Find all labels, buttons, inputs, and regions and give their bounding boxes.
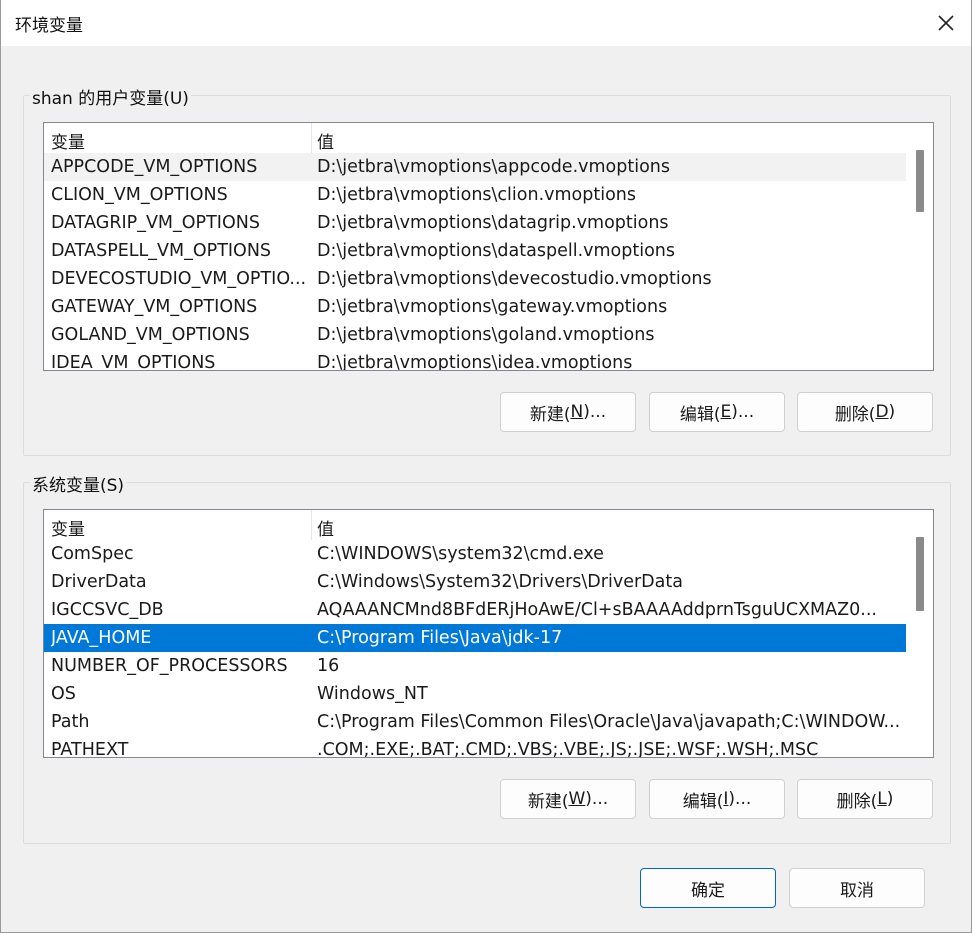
variable-name: CLION_VM_OPTIONS (51, 185, 228, 205)
column-divider[interactable] (311, 510, 312, 540)
variable-value: C:\Program Files\Common Files\Oracle\Jav… (317, 712, 901, 732)
system-variables-list[interactable]: 变量 值 ComSpec C:\WINDOWS\system32\cmd.exe D… (43, 509, 934, 758)
variable-value: C:\Program Files\Java\jdk-17 (317, 628, 563, 648)
column-divider[interactable] (311, 123, 312, 153)
scrollbar-thumb[interactable] (916, 150, 924, 212)
table-row[interactable]: IDEA_VM_OPTIONS D:\jetbra\vmoptions\idea.… (44, 349, 906, 371)
system-delete-button[interactable]: 删除(L) (797, 779, 933, 819)
table-row[interactable]: GOLAND_VM_OPTIONS D:\jetbra\vmoptions\gol… (44, 321, 906, 349)
table-row[interactable]: APPCODE_VM_OPTIONS D:\jetbra\vmoptions\ap… (44, 153, 906, 181)
table-row[interactable]: ComSpec C:\WINDOWS\system32\cmd.exe (44, 540, 906, 568)
table-row[interactable]: PATHEXT .COM;.EXE;.BAT;.CMD;.VBS;.VBE;.JS… (44, 736, 906, 758)
table-row[interactable]: JAVA_HOME C:\Program Files\Java\jdk-17 (44, 624, 906, 652)
table-row[interactable]: NUMBER_OF_PROCESSORS 16 (44, 652, 906, 680)
title-bar: 环境变量 (1, 0, 971, 46)
system-list-scrollbar[interactable] (906, 510, 933, 757)
variable-name: OS (51, 684, 76, 704)
ok-button[interactable]: 确定 (640, 868, 776, 908)
variable-name: IGCCSVC_DB (51, 600, 164, 620)
variable-name: DEVECOSTUDIO_VM_OPTIO... (51, 269, 307, 289)
variable-value: .COM;.EXE;.BAT;.CMD;.VBS;.VBE;.JS;.JSE;.… (317, 740, 819, 758)
system-edit-button[interactable]: 编辑(I)... (649, 779, 785, 819)
user-variable-rows: APPCODE_VM_OPTIONS D:\jetbra\vmoptions\ap… (44, 153, 906, 370)
variable-value: D:\jetbra\vmoptions\idea.vmoptions (317, 353, 633, 371)
variable-name: GOLAND_VM_OPTIONS (51, 325, 250, 345)
variable-value: C:\Windows\System32\Drivers\DriverData (317, 572, 683, 592)
table-row[interactable]: DEVECOSTUDIO_VM_OPTIO... D:\jetbra\vmopti… (44, 265, 906, 293)
environment-variables-dialog: 环境变量 shan 的用户变量(U) 变量 值 APPCODE_VM_OPTIO… (0, 0, 972, 933)
variable-value: Windows_NT (317, 684, 428, 704)
system-new-button[interactable]: 新建(W)... (500, 779, 636, 819)
variable-name: JAVA_HOME (51, 628, 152, 648)
variable-name: Path (51, 712, 90, 732)
variable-name: DATAGRIP_VM_OPTIONS (51, 213, 260, 233)
variable-name: GATEWAY_VM_OPTIONS (51, 297, 258, 317)
column-header-value[interactable]: 值 (317, 128, 334, 153)
variable-value: D:\jetbra\vmoptions\devecostudio.vmoptio… (317, 269, 712, 289)
column-header-name[interactable]: 变量 (51, 515, 85, 540)
close-button[interactable] (921, 0, 971, 46)
variable-name: IDEA_VM_OPTIONS (51, 353, 216, 371)
variable-value: D:\jetbra\vmoptions\appcode.vmoptions (317, 157, 670, 177)
user-variables-label: shan 的用户变量(U) (30, 84, 191, 109)
variable-name: PATHEXT (51, 740, 129, 758)
user-list-scrollbar[interactable] (906, 123, 933, 370)
window-title: 环境变量 (15, 16, 83, 36)
list-header: 变量 值 (44, 510, 906, 540)
variable-value: AQAAANCMnd8BFdERjHoAwE/Cl+sBAAAAddprnTsg… (317, 600, 877, 620)
table-row[interactable]: OS Windows_NT (44, 680, 906, 708)
variable-value: 16 (317, 656, 340, 676)
variable-name: DATASPELL_VM_OPTIONS (51, 241, 272, 261)
cancel-button[interactable]: 取消 (789, 868, 925, 908)
table-row[interactable]: DATAGRIP_VM_OPTIONS D:\jetbra\vmoptions\d… (44, 209, 906, 237)
column-header-name[interactable]: 变量 (51, 128, 85, 153)
variable-value: D:\jetbra\vmoptions\datagrip.vmoptions (317, 213, 669, 233)
scrollbar-thumb[interactable] (916, 537, 924, 611)
user-edit-button[interactable]: 编辑(E)... (649, 392, 785, 432)
variable-name: ComSpec (51, 544, 134, 564)
system-variables-label: 系统变量(S) (30, 471, 127, 496)
table-row[interactable]: DATASPELL_VM_OPTIONS D:\jetbra\vmoptions\… (44, 237, 906, 265)
table-row[interactable]: IGCCSVC_DB AQAAANCMnd8BFdERjHoAwE/Cl+sBAA… (44, 596, 906, 624)
variable-value: D:\jetbra\vmoptions\dataspell.vmoptions (317, 241, 675, 261)
variable-name: DriverData (51, 572, 147, 592)
variable-value: D:\jetbra\vmoptions\goland.vmoptions (317, 325, 655, 345)
table-row[interactable]: Path C:\Program Files\Common Files\Oracle… (44, 708, 906, 736)
table-row[interactable]: DriverData C:\Windows\System32\Drivers\Dr… (44, 568, 906, 596)
variable-value: C:\WINDOWS\system32\cmd.exe (317, 544, 604, 564)
user-new-button[interactable]: 新建(N)... (500, 392, 636, 432)
table-row[interactable]: CLION_VM_OPTIONS D:\jetbra\vmoptions\clio… (44, 181, 906, 209)
close-icon (938, 15, 954, 31)
user-delete-button[interactable]: 删除(D) (797, 392, 933, 432)
table-row[interactable]: GATEWAY_VM_OPTIONS D:\jetbra\vmoptions\ga… (44, 293, 906, 321)
system-variable-rows: ComSpec C:\WINDOWS\system32\cmd.exe Driver… (44, 540, 906, 757)
variable-name: APPCODE_VM_OPTIONS (51, 157, 258, 177)
column-header-value[interactable]: 值 (317, 515, 334, 540)
variable-value: D:\jetbra\vmoptions\gateway.vmoptions (317, 297, 668, 317)
variable-value: D:\jetbra\vmoptions\clion.vmoptions (317, 185, 636, 205)
user-variables-list[interactable]: 变量 值 APPCODE_VM_OPTIONS D:\jetbra\vmoptio… (43, 122, 934, 371)
variable-name: NUMBER_OF_PROCESSORS (51, 656, 288, 676)
list-header: 变量 值 (44, 123, 906, 153)
